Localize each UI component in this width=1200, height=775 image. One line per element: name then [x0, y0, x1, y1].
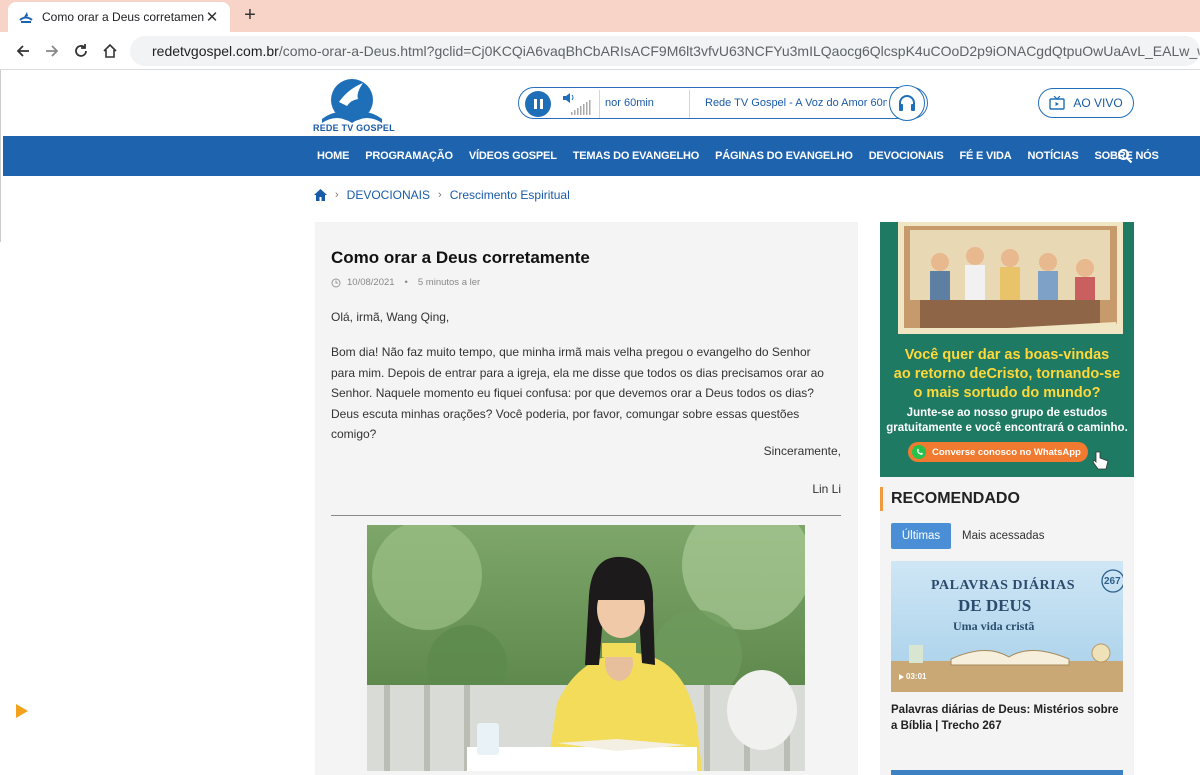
site-favicon-icon — [19, 12, 33, 23]
back-arrow-icon[interactable] — [12, 40, 34, 62]
chevron-right-icon: › — [438, 189, 442, 201]
reload-icon[interactable] — [70, 40, 92, 62]
nav-item-devocionais[interactable]: DEVOCIONAIS — [869, 150, 944, 162]
live-button[interactable]: AO VIVO — [1038, 88, 1134, 118]
recommended-sidebar: RECOMENDADO Últimas Mais acessadas PALAV… — [880, 477, 1134, 775]
volume-icon[interactable] — [561, 92, 593, 116]
video-caption[interactable]: Palavras diárias de Deus: Mistérios sobr… — [891, 702, 1126, 734]
recommended-heading: RECOMENDADO — [891, 490, 1020, 507]
player-divider — [599, 90, 600, 118]
tab-latest[interactable]: Últimas — [891, 523, 951, 549]
thumb-title-line1: PALAVRAS DIÁRIAS — [931, 578, 1076, 593]
new-tab-icon[interactable]: + — [240, 4, 260, 27]
praying-woman-image — [367, 525, 805, 771]
nav-item-paginas-do-evangelho[interactable]: PÁGINAS DO EVANGELHO — [715, 150, 853, 162]
play-icon — [899, 673, 904, 680]
whatsapp-ad-banner[interactable]: Você quer dar as boas-vindas ao retorno … — [880, 222, 1134, 477]
logo-text: REDE TV GOSPEL — [313, 123, 395, 133]
station-name: Rede TV Gospel - A Voz do Amor 60min — [705, 97, 887, 109]
tab-title: Como orar a Deus corretamente — [42, 10, 204, 24]
home-icon[interactable] — [314, 189, 327, 201]
floating-play-icon[interactable] — [16, 704, 28, 718]
article-body: Bom dia! Não faz muito tempo, que minha … — [331, 345, 824, 441]
breadcrumb-devocionais[interactable]: DEVOCIONAIS — [347, 188, 430, 202]
meta-separator: • — [404, 277, 408, 288]
article-date: 10/08/2021 — [347, 277, 395, 288]
nav-item-fe-e-vida[interactable]: FÉ E VIDA — [960, 150, 1012, 162]
thumb-subtitle: Uma vida cristã — [953, 619, 1035, 633]
browser-tab[interactable]: Como orar a Deus corretamente ✕ — [8, 2, 230, 32]
nav-item-home[interactable]: HOME — [317, 150, 349, 162]
ad-question: Você quer dar as boas-vindas ao retorno … — [893, 347, 1121, 401]
pause-button[interactable] — [525, 91, 551, 117]
article: Como orar a Deus corretamente 10/08/2021… — [315, 222, 858, 775]
web-page: REDE TV GOSPEL nor 60min Rede TV Gospel … — [0, 70, 1200, 775]
address-bar[interactable]: redetvgospel.com.br/como-orar-a-Deus.htm… — [130, 36, 1200, 66]
whatsapp-icon — [912, 445, 926, 459]
article-signoff: Sinceramente, — [763, 444, 841, 458]
heading-accent — [880, 487, 883, 511]
pointer-hand-icon — [1092, 451, 1109, 470]
nav-item-temas-do-evangelho[interactable]: TEMAS DO EVANGELHO — [573, 150, 700, 162]
home-icon[interactable] — [99, 40, 121, 62]
video-thumbnail[interactable]: PALAVRAS DIÁRIAS DE DEUS Uma vida cristã… — [891, 561, 1123, 692]
divider — [331, 515, 841, 516]
left-border — [0, 70, 1, 242]
whatsapp-label: Converse conosco no WhatsApp — [932, 446, 1081, 458]
article-author: Lin Li — [812, 482, 841, 496]
browser-tabbar: Como orar a Deus corretamente ✕ + — [0, 0, 1200, 32]
headphones-icon[interactable] — [889, 85, 925, 121]
nav-item-noticias[interactable]: NOTÍCIAS — [1028, 150, 1079, 162]
next-item-preview — [891, 770, 1123, 775]
article-greeting: Olá, irmã, Wang Qing, — [331, 310, 450, 324]
url-path: /como-orar-a-Deus.html?gclid=Cj0KCQiA6va… — [278, 43, 1200, 59]
read-time: 5 minutos a ler — [417, 277, 481, 288]
video-duration: 03:01 — [899, 672, 926, 681]
close-tab-icon[interactable]: ✕ — [204, 8, 220, 26]
chevron-right-icon: › — [335, 189, 339, 201]
tab-most-accessed[interactable]: Mais acessadas — [962, 530, 1044, 542]
live-label: AO VIVO — [1073, 96, 1123, 110]
nav-item-videos-gospel[interactable]: VÍDEOS GOSPEL — [469, 150, 557, 162]
article-title: Como orar a Deus corretamente — [331, 248, 590, 267]
thumb-episode-number: 267 — [1104, 576, 1121, 587]
browser-toolbar: redetvgospel.com.br/como-orar-a-Deus.htm… — [0, 32, 1200, 70]
ad-invitation: Junte-se ao nosso grupo de estudos gratu… — [886, 407, 1128, 434]
whatsapp-button[interactable]: Converse conosco no WhatsApp — [908, 442, 1088, 462]
nav-item-programacao[interactable]: PROGRAMAÇÃO — [365, 150, 453, 162]
url-domain: redetvgospel.com.br — [152, 43, 279, 59]
thumb-title-line2: DE DEUS — [958, 596, 1032, 615]
player-divider — [689, 90, 690, 118]
main-navigation: HOME PROGRAMAÇÃO VÍDEOS GOSPEL TEMAS DO … — [3, 136, 1200, 176]
radio-player: nor 60min Rede TV Gospel - A Voz do Amor… — [518, 85, 928, 121]
article-meta: 10/08/2021 • 5 minutos a ler — [331, 277, 480, 288]
clock-icon — [331, 278, 341, 287]
forward-arrow-icon[interactable] — [41, 40, 63, 62]
now-playing-text: nor 60min — [605, 97, 654, 109]
breadcrumb-crescimento-espiritual[interactable]: Crescimento Espiritual — [450, 188, 570, 202]
search-icon[interactable] — [1117, 148, 1133, 164]
tv-icon — [1049, 96, 1066, 110]
breadcrumb: › DEVOCIONAIS › Crescimento Espiritual — [314, 188, 570, 202]
